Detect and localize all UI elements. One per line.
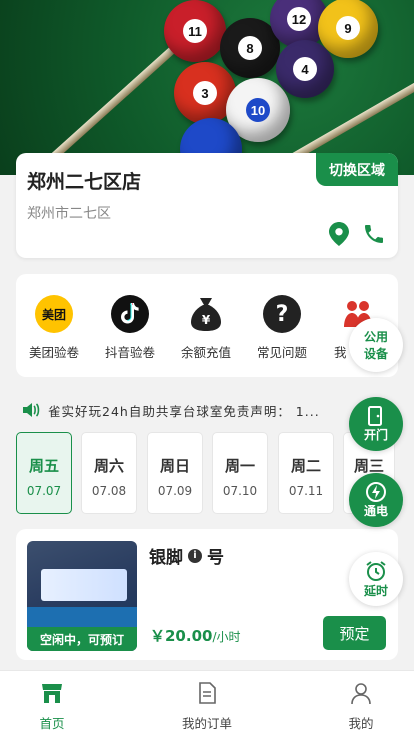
fab-label: 公用	[363, 330, 388, 344]
day-weekday: 周日	[159, 457, 190, 475]
tab-label: 首页	[39, 716, 65, 731]
money-bag-icon: ¥	[187, 295, 225, 333]
svg-text:¥: ¥	[202, 313, 211, 327]
hero-banner: 11 8 12 9 4 3 10	[0, 0, 414, 175]
menu-label: 抖音验卷	[104, 345, 155, 360]
tab-mine[interactable]: 我的	[311, 681, 411, 732]
tab-orders[interactable]: 我的订单	[157, 681, 257, 732]
menu-label: 美团验卷	[28, 345, 79, 360]
public-device-button[interactable]: 公用 设备	[349, 318, 403, 372]
fab-label: 延时	[363, 583, 388, 598]
store-card: 郑州二七区店 郑州市二七区 切换区域	[16, 153, 398, 258]
day-tab[interactable]: 周一 07.10	[212, 432, 268, 514]
phone-icon[interactable]	[362, 222, 386, 246]
douyin-icon	[111, 295, 149, 333]
price-unit: /小时	[212, 630, 241, 644]
day-weekday: 周五	[28, 457, 59, 475]
quick-menu: 美团 美团验卷 抖音验卷 ¥ 余额充值 ? 常见问题 我	[16, 274, 398, 377]
table-name-suffix: 号	[207, 548, 224, 568]
user-icon	[351, 683, 371, 705]
menu-item-douyin[interactable]: 抖音验卷	[92, 295, 168, 361]
day-date: 07.10	[222, 484, 258, 498]
fab-label: 通电	[363, 503, 388, 518]
store-name: 郑州二七区店	[27, 171, 142, 193]
store-icon	[42, 684, 62, 703]
table-name: 银脚 i 号	[149, 543, 224, 568]
lightning-icon	[366, 481, 386, 502]
wall-banner	[41, 569, 127, 601]
table-photo: 空闲中，可预订	[27, 541, 137, 651]
table-name-prefix: 银脚	[149, 548, 183, 568]
location-icon[interactable]	[329, 222, 349, 246]
day-weekday: 周一	[224, 457, 255, 475]
price-value: ￥20.00	[150, 627, 213, 645]
meituan-icon: 美团	[35, 295, 73, 333]
notice-bar[interactable]: 雀实好玩24h自助共享台球室免责声明： 1...	[22, 400, 352, 420]
store-address: 郑州市二七区	[27, 206, 111, 222]
day-tab[interactable]: 周五 07.07	[16, 432, 72, 514]
fab-label: 开门	[363, 427, 388, 442]
day-date: 07.07	[26, 484, 62, 498]
billiard-ball: 11	[164, 0, 226, 62]
open-door-button[interactable]: 开门	[349, 397, 403, 451]
fab-label: 设备	[363, 347, 388, 361]
table-price: ￥20.00/小时	[150, 625, 241, 646]
question-icon: ?	[263, 295, 301, 333]
day-date: 07.09	[157, 484, 193, 498]
order-icon	[199, 682, 216, 704]
tab-home[interactable]: 首页	[2, 681, 102, 732]
day-weekday: 周二	[290, 457, 321, 475]
bottom-tab-bar: 首页 我的订单 我的	[0, 670, 414, 736]
tab-label: 我的订单	[181, 716, 232, 731]
speaker-icon	[23, 403, 40, 417]
menu-item-recharge[interactable]: ¥ 余额充值	[168, 295, 244, 361]
day-tab[interactable]: 周二 07.11	[278, 432, 334, 514]
day-tab[interactable]: 周日 07.09	[147, 432, 203, 514]
alarm-clock-icon	[366, 560, 386, 581]
info-icon[interactable]: i	[188, 548, 202, 563]
door-icon	[368, 405, 382, 426]
book-button[interactable]: 预定	[323, 616, 386, 650]
day-weekday: 周六	[93, 457, 124, 475]
menu-item-faq[interactable]: ? 常见问题	[244, 295, 320, 361]
tab-label: 我的	[348, 716, 374, 731]
menu-label: 常见问题	[256, 345, 307, 360]
switch-region-button[interactable]: 切换区域	[316, 153, 398, 186]
notice-text: 雀实好玩24h自助共享台球室免责声明： 1...	[48, 403, 320, 419]
day-date: 07.11	[288, 484, 324, 498]
menu-label: 余额充值	[180, 345, 231, 360]
day-tab[interactable]: 周六 07.08	[81, 432, 137, 514]
table-status-badge: 空闲中，可预订	[27, 627, 137, 651]
table-card[interactable]: 空闲中，可预订 银脚 i 号 ￥20.00/小时 预定	[16, 529, 398, 660]
menu-item-meituan[interactable]: 美团 美团验卷	[16, 295, 92, 361]
billiard-ball: 4	[276, 40, 334, 98]
extend-time-button[interactable]: 延时	[349, 552, 403, 606]
power-on-button[interactable]: 通电	[349, 473, 403, 527]
day-date: 07.08	[91, 484, 127, 498]
